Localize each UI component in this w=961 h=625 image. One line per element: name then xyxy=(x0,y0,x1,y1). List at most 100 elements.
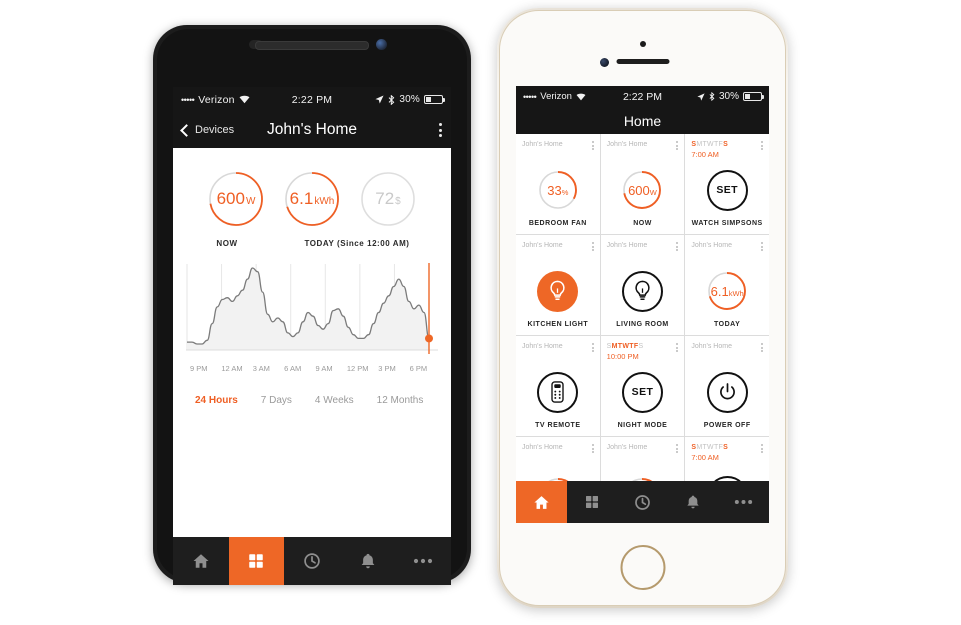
status-time: 2:22 PM xyxy=(622,90,663,103)
tile-header: John's Home xyxy=(522,342,594,362)
tab-alerts[interactable] xyxy=(668,481,719,523)
android-phone-frame: ••••• Verizon 2:22 PM 30% Devices John's… xyxy=(153,25,471,585)
tile-source-label: John's Home xyxy=(606,141,648,148)
home-icon xyxy=(193,554,209,568)
tile-name-label: TV REMOTE xyxy=(535,422,581,429)
tile-header: John's Home xyxy=(522,241,594,261)
tab-alerts[interactable] xyxy=(340,537,396,585)
range-tab-7-days[interactable]: 7 Days xyxy=(261,395,292,406)
tile-source-label: John's Home xyxy=(522,343,563,350)
tile-menu-icon[interactable] xyxy=(591,140,594,150)
mockup-stage: ••••• Verizon 2:22 PM 30% Devices John's… xyxy=(0,0,961,625)
tile-power-off[interactable]: John's Home POWER OFF xyxy=(685,336,769,436)
tile-now[interactable]: John's Home 600 W NOW xyxy=(600,134,685,234)
tile-menu-icon[interactable] xyxy=(676,241,679,251)
tab-devices[interactable] xyxy=(567,481,618,523)
power-icon xyxy=(706,371,748,413)
status-carrier-group: ••••• Verizon xyxy=(523,91,623,102)
tab-more[interactable] xyxy=(395,537,451,585)
iphone-earpiece-speaker xyxy=(616,59,669,64)
gauge-label-now: NOW xyxy=(216,239,238,248)
tab-history[interactable] xyxy=(284,537,340,585)
tile-name-label: KITCHEN LIGHT xyxy=(527,321,589,328)
gauge-ring-cost: 72 $ xyxy=(359,170,417,228)
tile-night-mode[interactable]: SMTWTFS 10:00 PM SET NIGHT MODE xyxy=(600,336,685,436)
tile-kitchen-light[interactable]: John's Home KITCHEN LIGHT xyxy=(516,235,600,335)
tile-living-room[interactable]: John's Home LIVING ROOM xyxy=(600,235,685,335)
iphone-home-button[interactable] xyxy=(620,545,665,590)
bulb-icon xyxy=(537,270,579,312)
tile-menu-icon[interactable] xyxy=(760,241,763,251)
gauge-value-now: 600 W xyxy=(216,189,256,208)
tile-header: SMTWTFS 7:00 AM xyxy=(691,443,763,463)
gauge-value-today: 6.1 kWh xyxy=(289,189,335,208)
tab-history[interactable] xyxy=(617,481,668,523)
tile-today[interactable]: John's Home 6.1 kWh TODAY xyxy=(685,235,769,335)
tile-source-label: John's Home xyxy=(522,444,563,451)
x-tick: 6 AM xyxy=(284,364,302,373)
tile-schedule: SMTWTFS 7:00 AM xyxy=(691,443,728,463)
tile-source-label: John's Home xyxy=(522,242,563,249)
tile-unit: W xyxy=(649,187,657,197)
tile-menu-icon[interactable] xyxy=(676,443,679,453)
kebab-menu-icon[interactable] xyxy=(439,123,442,137)
tile-body: 6.1 kWh xyxy=(691,261,763,321)
tile-menu-icon[interactable] xyxy=(760,140,763,150)
tile-value: 6.1 xyxy=(710,283,729,299)
tile-menu-icon[interactable] xyxy=(676,342,679,352)
tile-name-label: BEDROOM FAN xyxy=(528,220,587,227)
gauge-today-energy[interactable]: 6.1 kWh xyxy=(283,170,341,228)
tile-tv-remote[interactable]: John's Home TV REMOTE xyxy=(516,336,600,436)
tile-body xyxy=(522,261,594,321)
x-tick: 12 PM xyxy=(346,364,369,373)
gauge-value-cost: 72 $ xyxy=(375,189,401,208)
clock-icon xyxy=(634,494,651,511)
back-button-label: Devices xyxy=(195,124,235,136)
tab-home[interactable] xyxy=(173,537,229,585)
home-icon xyxy=(534,495,549,509)
tile-menu-icon[interactable] xyxy=(591,342,594,352)
tile-menu-icon[interactable] xyxy=(760,342,763,352)
tile-body: SET xyxy=(607,362,679,422)
android-status-bar: ••••• Verizon 2:22 PM 30% xyxy=(173,87,451,112)
tab-home[interactable] xyxy=(516,481,567,523)
tile-header: John's Home xyxy=(607,443,679,463)
clock-icon xyxy=(303,552,321,570)
range-tab-4-weeks[interactable]: 4 Weeks xyxy=(315,395,354,406)
tile-bedroom-fan[interactable]: John's Home 33% BEDROOM FAN xyxy=(516,134,600,234)
bulb-icon xyxy=(621,270,663,312)
tile-menu-icon[interactable] xyxy=(591,241,594,251)
location-arrow-icon xyxy=(697,92,705,101)
gauge-today-cost[interactable]: 72 $ xyxy=(359,170,417,228)
set-button[interactable]: SET xyxy=(621,371,663,413)
tile-unit: kWh xyxy=(728,288,744,298)
battery-icon xyxy=(424,94,446,105)
status-time: 2:22 PM xyxy=(291,93,333,106)
range-tab-24-hours[interactable]: 24 Hours xyxy=(195,395,238,406)
tile-body: 600 W xyxy=(607,160,679,220)
tab-more[interactable] xyxy=(718,481,769,523)
tile-watch-simpsons[interactable]: SMTWTFS 7:00 AM SET WATCH SIMPSONS xyxy=(685,134,769,234)
bell-icon xyxy=(687,495,699,509)
tile-source-label: John's Home xyxy=(691,242,732,249)
back-button[interactable]: Devices xyxy=(180,123,235,137)
bell-icon xyxy=(361,553,374,569)
wifi-icon xyxy=(239,95,250,104)
set-button[interactable]: SET xyxy=(706,169,748,211)
energy-area-chart[interactable]: 9 PM 12 AM 3 AM 6 AM 9 AM 12 PM 3 PM 6 P… xyxy=(186,262,438,373)
android-app-header: Devices John's Home xyxy=(173,112,451,148)
tile-menu-icon[interactable] xyxy=(676,140,679,150)
ellipsis-icon xyxy=(414,558,433,564)
range-tab-12-months[interactable]: 12 Months xyxy=(377,395,424,406)
tile-menu-icon[interactable] xyxy=(760,443,763,453)
tile-header: John's Home xyxy=(522,140,594,160)
tile-menu-icon[interactable] xyxy=(591,443,594,453)
tab-devices[interactable] xyxy=(228,537,285,585)
wifi-icon xyxy=(576,93,586,100)
tile-name-label: NOW xyxy=(633,220,652,227)
tile-schedule: SMTWTFS 7:00 AM xyxy=(691,140,728,160)
chevron-left-icon xyxy=(180,123,193,137)
gauge-now[interactable]: 600 W xyxy=(207,170,265,228)
gauge-ring-now: 600 W xyxy=(207,170,265,228)
grid-icon xyxy=(585,496,598,508)
